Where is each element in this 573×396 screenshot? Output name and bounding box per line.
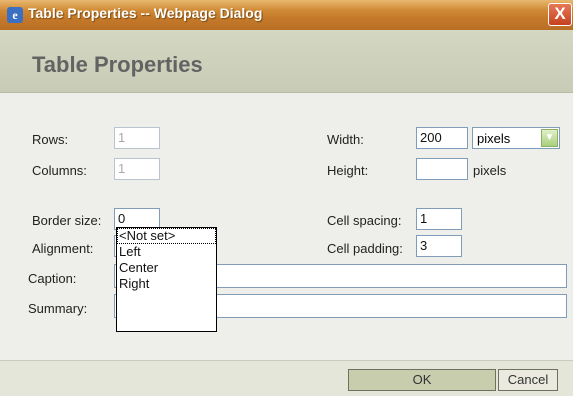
width-unit-value: pixels: [477, 131, 511, 146]
title-bar[interactable]: e Table Properties -- Webpage Dialog X: [0, 0, 573, 30]
columns-input[interactable]: 1: [114, 158, 160, 180]
height-input[interactable]: [416, 158, 468, 180]
cell-padding-input[interactable]: 3: [416, 235, 462, 257]
page-title: Table Properties: [32, 52, 203, 77]
dialog-content: Table Properties Rows: 1 Columns: 1 Widt…: [0, 30, 573, 396]
width-unit-select[interactable]: pixels ▼: [472, 127, 560, 149]
width-input[interactable]: 200: [416, 127, 468, 149]
alignment-dropdown-list[interactable]: <Not set> Left Center Right: [116, 227, 217, 332]
rows-label: Rows:: [32, 132, 69, 147]
alignment-option-not-set[interactable]: <Not set>: [117, 228, 216, 244]
chevron-down-icon[interactable]: ▼: [541, 129, 558, 147]
columns-label: Columns:: [32, 163, 87, 178]
height-label: Height:: [327, 163, 369, 178]
border-size-label: Border size:: [32, 213, 102, 228]
window-title: Table Properties -- Webpage Dialog: [28, 5, 263, 21]
alignment-option-center[interactable]: Center: [117, 260, 216, 276]
ie-icon: e: [7, 7, 23, 23]
cell-padding-label: Cell padding:: [327, 241, 403, 256]
summary-label: Summary:: [28, 301, 88, 316]
cell-spacing-input[interactable]: 1: [416, 208, 462, 230]
caption-label: Caption:: [28, 271, 77, 286]
alignment-option-left[interactable]: Left: [117, 244, 216, 260]
height-unit-label: pixels: [473, 163, 507, 178]
cell-spacing-label: Cell spacing:: [327, 213, 402, 228]
button-bar: OK Cancel: [0, 360, 573, 396]
alignment-label: Alignment:: [32, 241, 94, 256]
rows-input[interactable]: 1: [114, 127, 160, 149]
width-label: Width:: [327, 132, 364, 147]
close-button[interactable]: X: [548, 3, 572, 26]
dialog-window: e Table Properties -- Webpage Dialog X T…: [0, 0, 573, 396]
header-band: Table Properties: [0, 30, 573, 93]
alignment-option-right[interactable]: Right: [117, 276, 216, 292]
cancel-button[interactable]: Cancel: [498, 369, 558, 391]
ok-button[interactable]: OK: [348, 369, 496, 391]
